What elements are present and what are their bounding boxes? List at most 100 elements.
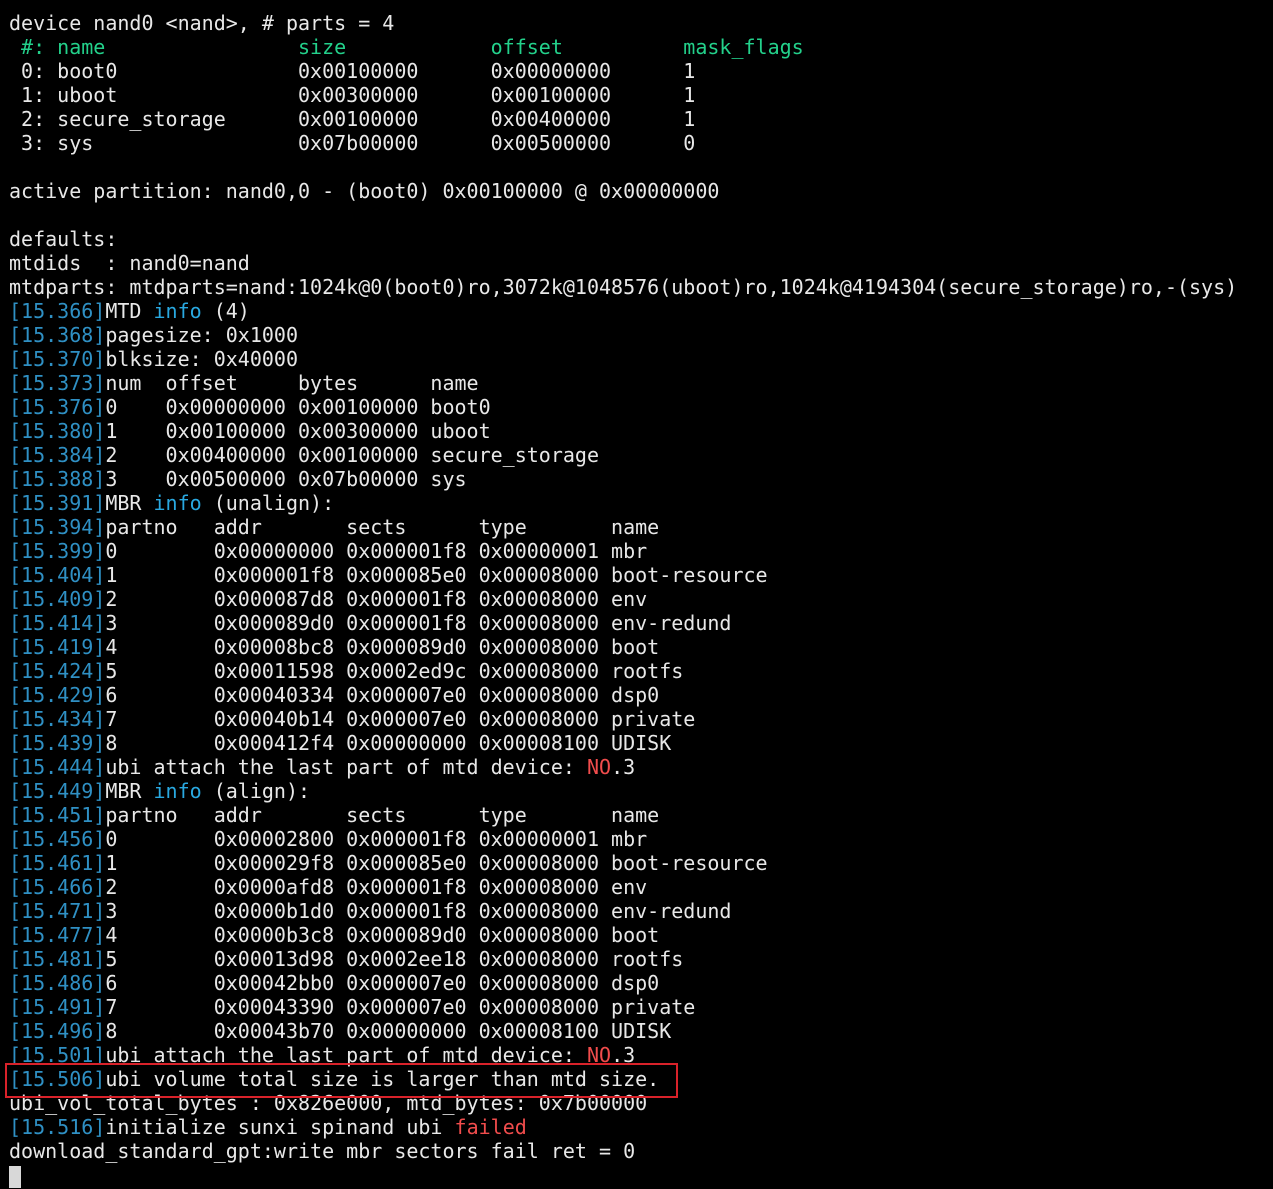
log-timestamp: [15.419] (9, 635, 106, 659)
log-line: [15.391]MBR info (unalign): (9, 491, 1273, 515)
log-text: (4) (201, 299, 250, 323)
log-timestamp: [15.451] (9, 803, 106, 827)
log-line: [15.491]7 0x00043390 0x000007e0 0x000080… (9, 995, 1273, 1019)
log-line: [15.496]8 0x00043b70 0x00000000 0x000081… (9, 1019, 1273, 1043)
log-line: [15.451]partno addr sects type name (9, 803, 1273, 827)
output-line: 2: secure_storage 0x00100000 0x00400000 … (9, 107, 696, 131)
log-timestamp: [15.384] (9, 443, 106, 467)
log-timestamp: [15.434] (9, 707, 106, 731)
log-timestamp: [15.391] (9, 491, 106, 515)
log-timestamp: [15.496] (9, 1019, 106, 1043)
output-line: defaults: (9, 227, 118, 251)
log-line: [15.394]partno addr sects type name (9, 515, 1273, 539)
log-text: 3 0x0000b1d0 0x000001f8 0x00008000 env-r… (105, 899, 732, 923)
output-line: download_standard_gpt:write mbr sectors … (9, 1139, 636, 1163)
terminal-window[interactable]: device nand0 <nand>, # parts = 4 #: name… (0, 0, 1273, 1189)
log-line: [15.461]1 0x000029f8 0x000085e0 0x000080… (9, 851, 1273, 875)
info-keyword: info (153, 779, 202, 803)
log-text: MTD (105, 299, 154, 323)
output-line: 1: uboot 0x00300000 0x00100000 1 (9, 83, 696, 107)
log-text: 2 0x00400000 0x00100000 secure_storage (105, 443, 600, 467)
log-text: (unalign): (201, 491, 335, 515)
log-line: [15.399]0 0x00000000 0x000001f8 0x000000… (9, 539, 1273, 563)
log-line: [15.439]8 0x000412f4 0x00000000 0x000081… (9, 731, 1273, 755)
log-timestamp: [15.376] (9, 395, 106, 419)
log-text: (align): (201, 779, 311, 803)
log-line: [15.373]num offset bytes name (9, 371, 1273, 395)
error-text: NO (586, 755, 612, 779)
log-text: partno addr sects type name (105, 803, 660, 827)
partition-table-header: #: name size offset mask_flags (9, 35, 804, 59)
log-text: ubi attach the last part of mtd device: (105, 755, 587, 779)
log-timestamp: [15.399] (9, 539, 106, 563)
log-text: 5 0x00013d98 0x0002ee18 0x00008000 rootf… (105, 947, 684, 971)
log-text: 1 0x00100000 0x00300000 uboot (105, 419, 491, 443)
log-text: MBR (105, 491, 154, 515)
log-timestamp: [15.373] (9, 371, 106, 395)
log-line: [15.384]2 0x00400000 0x00100000 secure_s… (9, 443, 1273, 467)
log-line: [15.501]ubi attach the last part of mtd … (9, 1043, 1273, 1067)
log-timestamp: [15.516] (9, 1115, 106, 1139)
error-text: failed (454, 1115, 527, 1139)
log-line: [15.466]2 0x0000afd8 0x000001f8 0x000080… (9, 875, 1273, 899)
log-timestamp: [15.394] (9, 515, 106, 539)
log-line: [15.376]0 0x00000000 0x00100000 boot0 (9, 395, 1273, 419)
log-text: ubi attach the last part of mtd device: (105, 1043, 587, 1067)
log-timestamp: [15.471] (9, 899, 106, 923)
log-text: 1 0x000029f8 0x000085e0 0x00008000 boot-… (105, 851, 768, 875)
log-text: MBR (105, 779, 154, 803)
log-timestamp: [15.486] (9, 971, 106, 995)
log-timestamp: [15.491] (9, 995, 106, 1019)
log-line: [15.516]initialize sunxi spinand ubi fai… (9, 1115, 1273, 1139)
log-line: [15.456]0 0x00002800 0x000001f8 0x000000… (9, 827, 1273, 851)
log-timestamp: [15.414] (9, 611, 106, 635)
log-text: 6 0x00042bb0 0x000007e0 0x00008000 dsp0 (105, 971, 660, 995)
info-keyword: info (153, 299, 202, 323)
log-text: partno addr sects type name (105, 515, 660, 539)
log-line: [15.434]7 0x00040b14 0x000007e0 0x000080… (9, 707, 1273, 731)
log-line: [15.414]3 0x000089d0 0x000001f8 0x000080… (9, 611, 1273, 635)
log-timestamp: [15.429] (9, 683, 106, 707)
log-timestamp: [15.424] (9, 659, 106, 683)
log-timestamp: [15.477] (9, 923, 106, 947)
log-line: [15.370]blksize: 0x40000 (9, 347, 1273, 371)
log-timestamp: [15.404] (9, 563, 106, 587)
log-text: .3 (611, 1043, 636, 1067)
log-line: [15.388]3 0x00500000 0x07b00000 sys (9, 467, 1273, 491)
output-line: device nand0 <nand>, # parts = 4 (9, 11, 395, 35)
terminal-output: device nand0 <nand>, # parts = 4 #: name… (9, 11, 1273, 1188)
log-text: 2 0x0000afd8 0x000001f8 0x00008000 env (105, 875, 648, 899)
log-line: [15.409]2 0x000087d8 0x000001f8 0x000080… (9, 587, 1273, 611)
log-text: 3 0x000089d0 0x000001f8 0x00008000 env-r… (105, 611, 732, 635)
log-line: [15.481]5 0x00013d98 0x0002ee18 0x000080… (9, 947, 1273, 971)
log-text: num offset bytes name (105, 371, 479, 395)
output-line: 0: boot0 0x00100000 0x00000000 1 (9, 59, 696, 83)
log-timestamp: [15.449] (9, 779, 106, 803)
log-text: 8 0x000412f4 0x00000000 0x00008100 UDISK (105, 731, 672, 755)
log-line: [15.486]6 0x00042bb0 0x000007e0 0x000080… (9, 971, 1273, 995)
log-text: .3 (611, 755, 636, 779)
log-timestamp: [15.366] (9, 299, 106, 323)
log-timestamp: [15.409] (9, 587, 106, 611)
log-text: 4 0x0000b3c8 0x000089d0 0x00008000 boot (105, 923, 660, 947)
log-timestamp: [15.506] (9, 1067, 106, 1091)
log-text: 7 0x00043390 0x000007e0 0x00008000 priva… (105, 995, 696, 1019)
log-line: [15.404]1 0x000001f8 0x000085e0 0x000080… (9, 563, 1273, 587)
log-line: [15.429]6 0x00040334 0x000007e0 0x000080… (9, 683, 1273, 707)
output-line: mtdparts: mtdparts=nand:1024k@0(boot0)ro… (9, 275, 1238, 299)
log-timestamp: [15.439] (9, 731, 106, 755)
output-line: active partition: nand0,0 - (boot0) 0x00… (9, 179, 720, 203)
log-line: [15.444]ubi attach the last part of mtd … (9, 755, 1273, 779)
log-text: 4 0x00008bc8 0x000089d0 0x00008000 boot (105, 635, 660, 659)
log-line: [15.380]1 0x00100000 0x00300000 uboot (9, 419, 1273, 443)
output-line: ubi_vol_total_bytes : 0x826e000, mtd_byt… (9, 1091, 648, 1115)
log-line: [15.368]pagesize: 0x1000 (9, 323, 1273, 347)
log-line: [15.506]ubi volume total size is larger … (9, 1067, 1273, 1091)
log-line: [15.424]5 0x00011598 0x0002ed9c 0x000080… (9, 659, 1273, 683)
output-line: mtdids : nand0=nand (9, 251, 250, 275)
log-text: 2 0x000087d8 0x000001f8 0x00008000 env (105, 587, 648, 611)
prompt-line (9, 1163, 1273, 1188)
log-timestamp: [15.380] (9, 419, 106, 443)
